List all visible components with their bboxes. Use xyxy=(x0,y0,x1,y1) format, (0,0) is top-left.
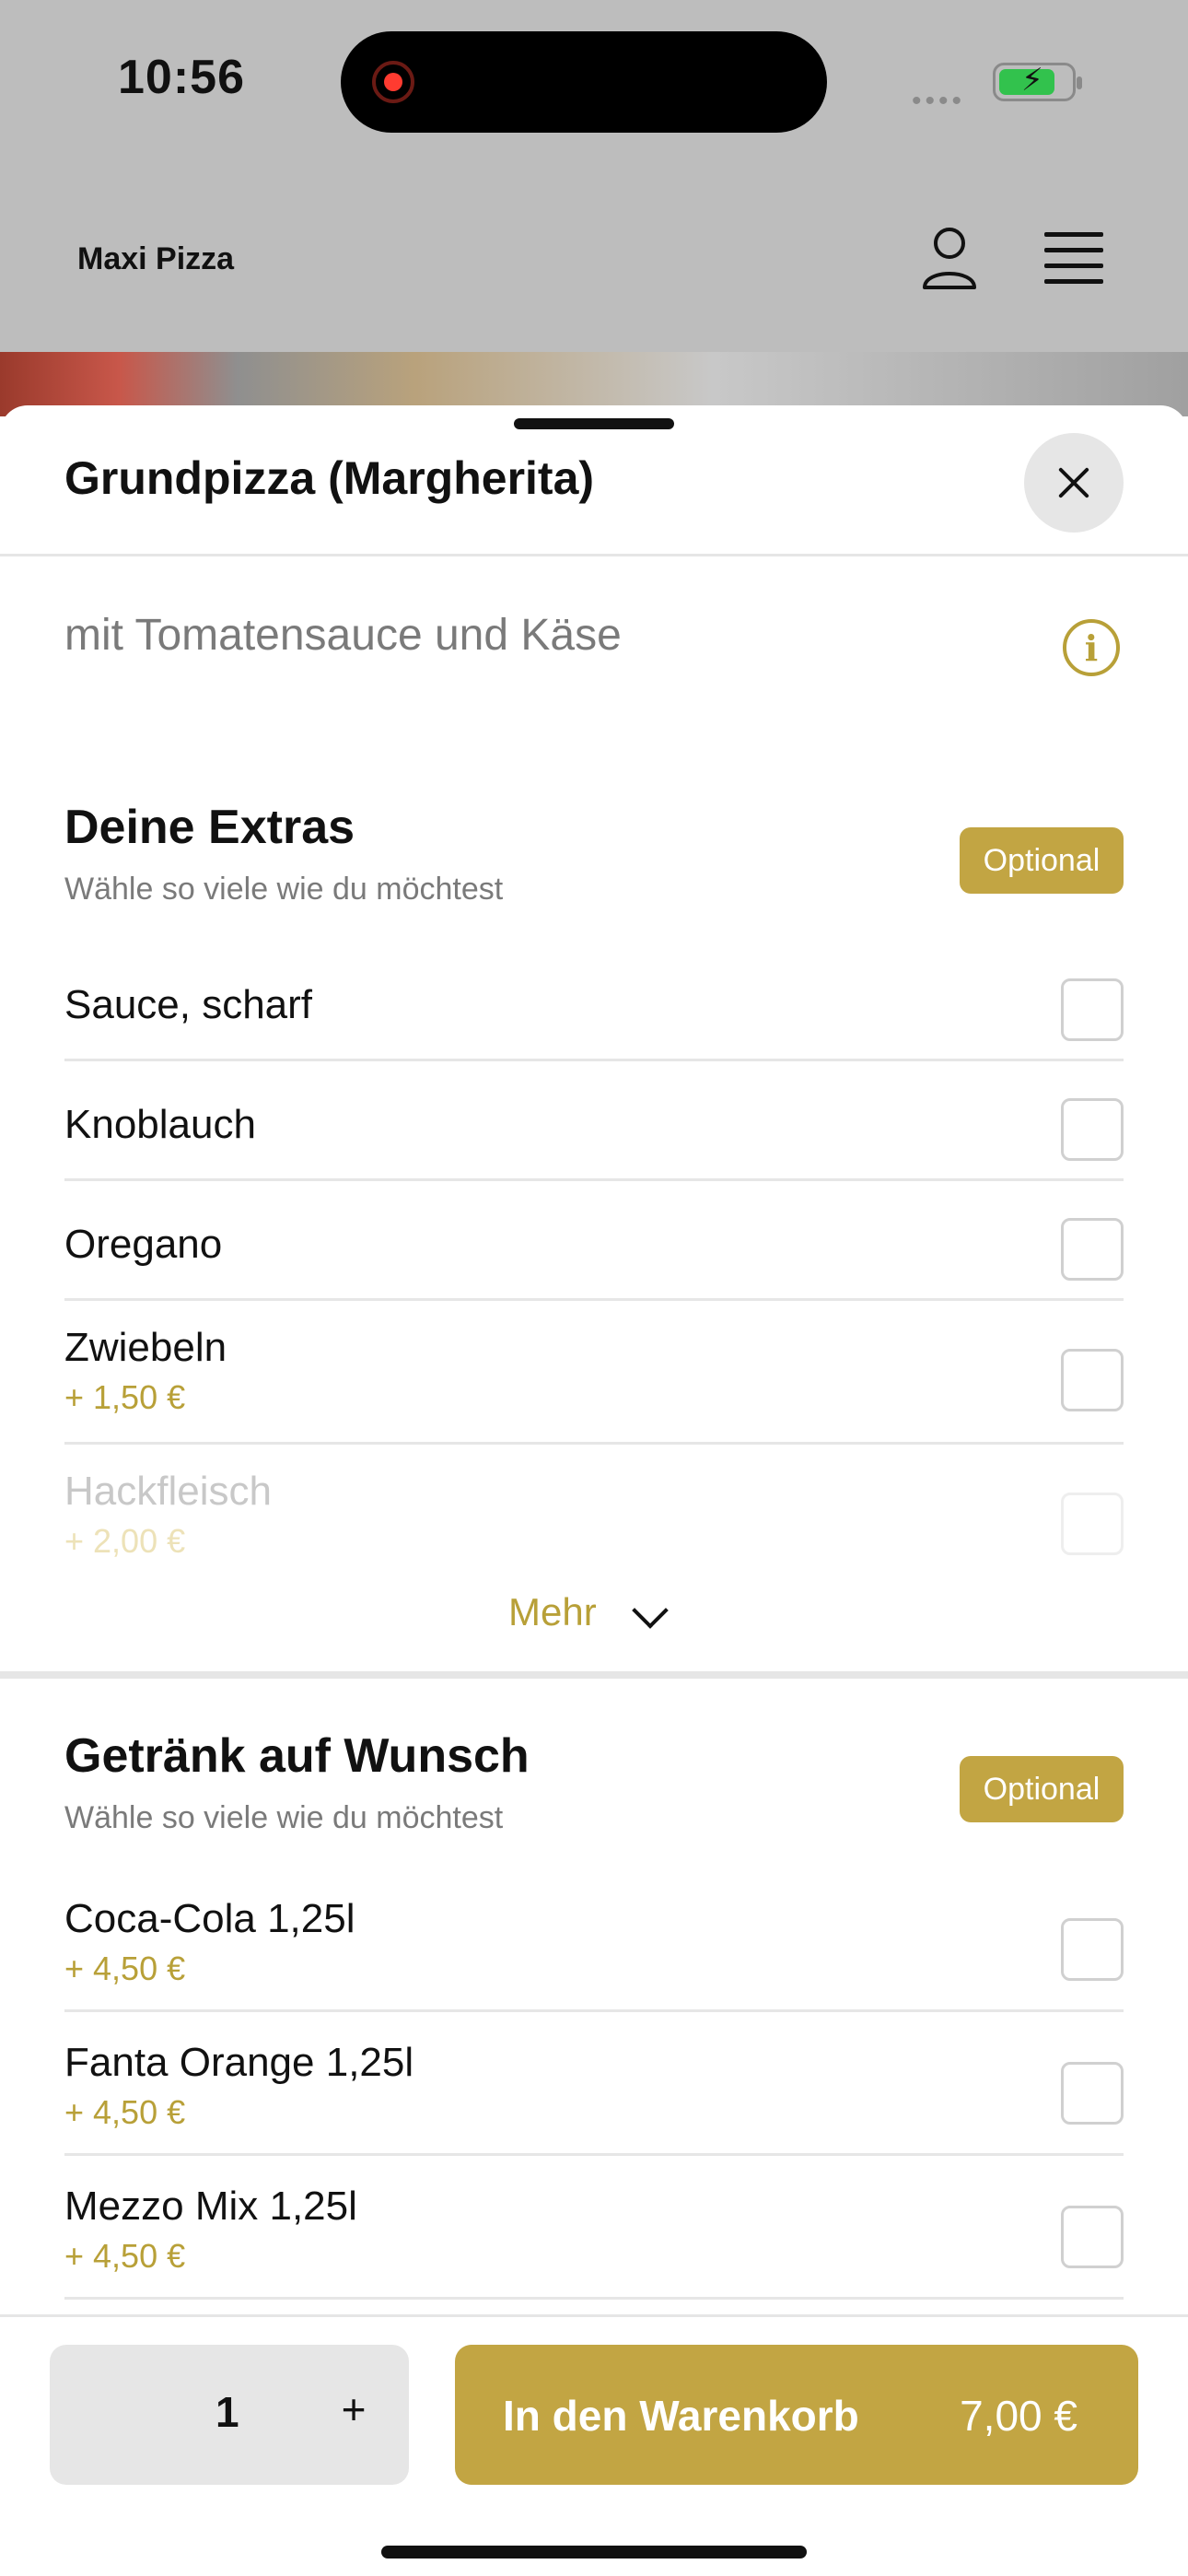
sheet-header: Grundpizza (Margherita) xyxy=(0,405,1188,556)
recording-indicator-icon xyxy=(372,61,414,103)
extras-subtitle: Wähle so viele wie du möchtest xyxy=(64,872,504,907)
drinks-title: Getränk auf Wunsch xyxy=(64,1729,530,1783)
option-name: Sauce, scharf xyxy=(64,982,313,1027)
option-name: Coca-Cola 1,25l xyxy=(64,1896,355,1941)
extras-option-hackfleisch[interactable]: Hackfleisch + 2,00 € xyxy=(64,1445,1124,1564)
drinks-option-fanta[interactable]: Fanta Orange 1,25l + 4,50 € xyxy=(64,2012,1124,2156)
option-price: + 4,50 € xyxy=(64,1950,186,1987)
option-name: Hackfleisch xyxy=(64,1469,272,1514)
menu-icon[interactable] xyxy=(1044,232,1103,284)
drinks-option-mezzo-mix[interactable]: Mezzo Mix 1,25l + 4,50 € xyxy=(64,2156,1124,2300)
option-checkbox[interactable] xyxy=(1061,978,1124,1041)
extras-option-zwiebeln[interactable]: Zwiebeln + 1,50 € xyxy=(64,1301,1124,1445)
extras-option-knoblauch[interactable]: Knoblauch xyxy=(64,1061,1124,1181)
info-icon[interactable]: i xyxy=(1063,619,1120,676)
sheet-title: Grundpizza (Margherita) xyxy=(64,452,595,504)
app-title: Maxi Pizza xyxy=(77,241,235,276)
quantity-plus-button[interactable]: + xyxy=(326,2382,381,2437)
product-sheet: Grundpizza (Margherita) mit Tomatensauce… xyxy=(0,405,1188,2576)
option-checkbox[interactable] xyxy=(1061,2062,1124,2125)
drinks-optional-badge: Optional xyxy=(960,1756,1124,1822)
quantity-stepper: 1 + xyxy=(50,2345,409,2485)
option-checkbox[interactable] xyxy=(1061,1918,1124,1981)
extras-title: Deine Extras xyxy=(64,801,355,854)
bottom-action-bar: 1 + In den Warenkorb 7,00 € xyxy=(0,2314,1188,2576)
more-button[interactable]: Mehr xyxy=(508,1590,597,1634)
extras-option-sauce[interactable]: Sauce, scharf xyxy=(64,940,1124,1061)
option-name: Knoblauch xyxy=(64,1102,256,1147)
option-checkbox[interactable] xyxy=(1061,2206,1124,2268)
product-description: mit Tomatensauce und Käse xyxy=(64,611,622,660)
background-app: 10:56 •••• ⚡ Maxi Pizza xyxy=(0,0,1188,416)
status-bar: 10:56 •••• ⚡ xyxy=(0,0,1188,166)
section-divider xyxy=(0,1671,1188,1679)
option-name: Oregano xyxy=(64,1222,223,1267)
drinks-option-coca-cola[interactable]: Coca-Cola 1,25l + 4,50 € xyxy=(64,1868,1124,2012)
home-indicator xyxy=(381,2546,807,2558)
chevron-down-icon[interactable] xyxy=(632,1592,669,1629)
option-price: + 2,00 € xyxy=(64,1522,186,1560)
option-checkbox[interactable] xyxy=(1061,1349,1124,1411)
option-checkbox[interactable] xyxy=(1061,1493,1124,1555)
option-price: + 1,50 € xyxy=(64,1378,186,1416)
quantity-value: 1 xyxy=(215,2388,239,2436)
user-icon[interactable] xyxy=(921,225,978,291)
option-name: Mezzo Mix 1,25l xyxy=(64,2184,357,2229)
sheet-grabber[interactable] xyxy=(514,418,674,429)
option-checkbox[interactable] xyxy=(1061,1218,1124,1281)
close-button[interactable] xyxy=(1024,433,1124,533)
dynamic-island xyxy=(341,31,827,133)
add-to-cart-label: In den Warenkorb xyxy=(503,2392,859,2440)
battery-icon: ⚡ xyxy=(993,63,1082,101)
add-to-cart-button[interactable]: In den Warenkorb 7,00 € xyxy=(455,2345,1138,2485)
option-price: + 4,50 € xyxy=(64,2093,186,2131)
option-name: Fanta Orange 1,25l xyxy=(64,2040,414,2085)
option-name: Zwiebeln xyxy=(64,1325,227,1370)
option-price: + 4,50 € xyxy=(64,2237,186,2275)
add-to-cart-price: 7,00 € xyxy=(960,2392,1077,2440)
signal-icon: •••• xyxy=(912,86,966,116)
extras-option-oregano[interactable]: Oregano xyxy=(64,1181,1124,1301)
option-checkbox[interactable] xyxy=(1061,1098,1124,1161)
extras-optional-badge: Optional xyxy=(960,827,1124,894)
status-time: 10:56 xyxy=(118,51,245,104)
drinks-subtitle: Wähle so viele wie du möchtest xyxy=(64,1800,504,1835)
